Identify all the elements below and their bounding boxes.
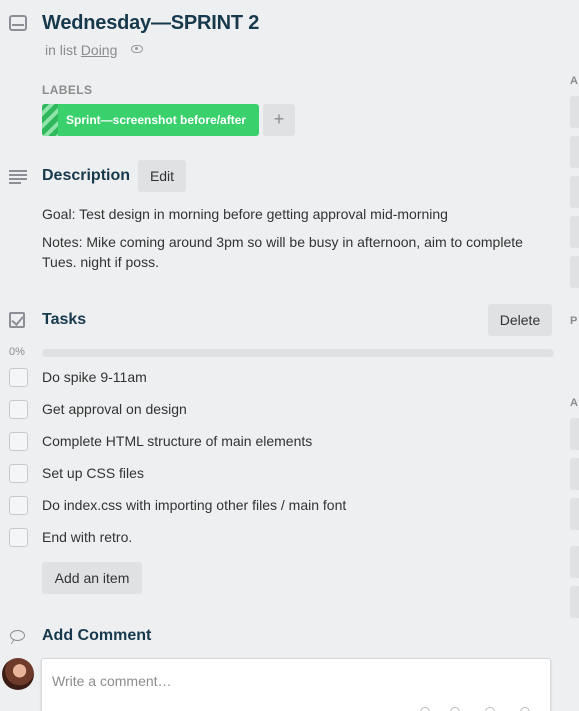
card-detail-panel: Wednesday—SPRINT 2 in list Doing LABELS … xyxy=(0,0,560,711)
task-text: Set up CSS files xyxy=(42,465,144,481)
description-icon xyxy=(9,170,27,184)
label-text: Sprint—screenshot before/after xyxy=(66,113,247,127)
task-item[interactable]: Do index.css with importing other files … xyxy=(0,495,560,519)
sidebar-button[interactable] xyxy=(570,498,579,530)
sidebar-caption: A xyxy=(570,397,578,409)
sidebar-button[interactable] xyxy=(570,136,579,168)
sidebar-caption: P xyxy=(570,315,578,327)
sidebar-button[interactable] xyxy=(570,96,579,128)
description-goal: Goal: Test design in morning before gett… xyxy=(42,206,448,222)
add-comment-title: Add Comment xyxy=(42,627,152,644)
card-icon xyxy=(9,15,27,31)
task-item[interactable]: Complete HTML structure of main elements xyxy=(0,431,560,455)
sidebar: A P A xyxy=(560,0,579,711)
task-checkbox[interactable] xyxy=(9,528,28,547)
sidebar-button[interactable] xyxy=(570,586,579,618)
sidebar-button[interactable] xyxy=(570,176,579,208)
task-text: End with retro. xyxy=(42,529,133,545)
in-list-line: in list Doing xyxy=(45,42,117,58)
emoji-icon[interactable] xyxy=(485,707,495,711)
task-text: Complete HTML structure of main elements xyxy=(42,433,313,449)
add-item-button[interactable]: Add an item xyxy=(42,562,142,594)
comment-input[interactable] xyxy=(52,669,532,693)
labels-caption: LABELS xyxy=(42,83,93,97)
task-text: Do index.css with importing other files … xyxy=(42,497,347,513)
description-notes: Notes: Mike coming around 3pm so will be… xyxy=(42,234,523,270)
add-label-button[interactable]: + xyxy=(263,104,295,136)
label-chip[interactable]: Sprint—screenshot before/after xyxy=(42,104,259,136)
task-item[interactable]: Set up CSS files xyxy=(0,463,560,487)
sidebar-button[interactable] xyxy=(570,458,579,490)
description-title: Description xyxy=(42,167,131,184)
user-avatar[interactable] xyxy=(2,658,34,690)
tasks-title: Tasks xyxy=(42,311,87,328)
task-checkbox[interactable] xyxy=(9,400,28,419)
card-link-icon[interactable] xyxy=(520,707,530,711)
task-item[interactable]: End with retro. xyxy=(0,527,560,551)
label-stripes xyxy=(42,104,58,136)
list-link[interactable]: Doing xyxy=(81,42,118,58)
attachment-icon[interactable] xyxy=(420,707,430,711)
task-checkbox[interactable] xyxy=(9,496,28,515)
comment-icon xyxy=(10,630,25,641)
sidebar-button[interactable] xyxy=(570,546,579,578)
task-text: Get approval on design xyxy=(42,401,187,417)
checklist-icon xyxy=(9,312,25,328)
mention-icon[interactable] xyxy=(450,707,460,711)
watch-eye-icon[interactable] xyxy=(131,45,143,53)
sidebar-button[interactable] xyxy=(570,256,579,288)
task-checkbox[interactable] xyxy=(9,368,28,387)
task-checkbox[interactable] xyxy=(9,432,28,451)
task-item[interactable]: Do spike 9-11am xyxy=(0,367,560,391)
sidebar-button[interactable] xyxy=(570,216,579,248)
comment-box[interactable] xyxy=(41,658,551,711)
in-list-prefix: in list xyxy=(45,42,77,58)
sidebar-button[interactable] xyxy=(570,418,579,450)
sidebar-caption: A xyxy=(570,75,578,87)
task-checkbox[interactable] xyxy=(9,464,28,483)
task-text: Do spike 9-11am xyxy=(42,369,147,385)
delete-checklist-button[interactable]: Delete xyxy=(488,304,552,336)
card-title[interactable]: Wednesday—SPRINT 2 xyxy=(42,12,259,35)
progress-bar xyxy=(42,349,554,357)
edit-description-button[interactable]: Edit xyxy=(138,160,186,192)
progress-percent: 0% xyxy=(9,346,25,358)
task-item[interactable]: Get approval on design xyxy=(0,399,560,423)
